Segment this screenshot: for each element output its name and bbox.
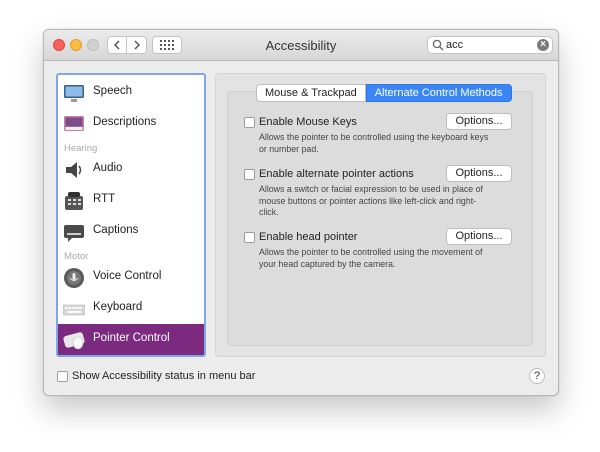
sidebar-item-audio[interactable]: Audio bbox=[58, 154, 204, 185]
title-bar: Accessibility acc × bbox=[44, 30, 558, 61]
sidebar-item-keyboard[interactable]: Keyboard bbox=[58, 293, 204, 324]
option-title: Enable Mouse Keys bbox=[259, 116, 357, 128]
search-icon bbox=[432, 39, 444, 51]
descriptions-icon bbox=[64, 116, 84, 131]
search-query[interactable]: acc bbox=[446, 39, 463, 51]
tab-bar: Mouse & Trackpad Alternate Control Metho… bbox=[256, 84, 512, 102]
keyboard-icon bbox=[63, 304, 85, 316]
sidebar-item-label: Speech bbox=[93, 85, 133, 97]
head-pointer-options-button[interactable]: Options... bbox=[446, 228, 512, 245]
content-panel: Mouse & Trackpad Alternate Control Metho… bbox=[215, 73, 546, 357]
show-status-label: Show Accessibility status in menu bar bbox=[72, 370, 256, 382]
voice-control-icon bbox=[64, 268, 84, 288]
tab-mouse-trackpad[interactable]: Mouse & Trackpad bbox=[256, 84, 366, 102]
alternate-pointer-options-button[interactable]: Options... bbox=[446, 165, 512, 182]
sidebar-item-label: Keyboard bbox=[93, 301, 143, 313]
option-title: Enable alternate pointer actions bbox=[259, 168, 414, 180]
option-title: Enable head pointer bbox=[259, 231, 358, 243]
sidebar-item-rtt[interactable]: RTT bbox=[58, 185, 204, 216]
preference-sidebar[interactable]: Speech Descriptions Hearing Audio RTT Ca… bbox=[56, 73, 206, 357]
speaker-icon bbox=[66, 162, 82, 178]
mouse-keys-checkbox[interactable] bbox=[244, 117, 255, 128]
sidebar-item-descriptions[interactable]: Descriptions bbox=[58, 108, 204, 139]
preferences-window: Accessibility acc × Speech Descriptions … bbox=[43, 29, 559, 396]
clear-search-icon[interactable]: × bbox=[537, 39, 549, 51]
sidebar-item-label: RTT bbox=[93, 193, 116, 205]
sidebar-item-voice-control[interactable]: Voice Control bbox=[58, 262, 204, 293]
tab-alternate-control-methods[interactable]: Alternate Control Methods bbox=[365, 84, 512, 102]
head-pointer-checkbox[interactable] bbox=[244, 232, 255, 243]
mouse-keys-options-button[interactable]: Options... bbox=[446, 113, 512, 130]
section-header-hearing: Hearing bbox=[64, 143, 98, 154]
sidebar-item-label: Voice Control bbox=[93, 270, 162, 282]
alternate-pointer-actions-checkbox[interactable] bbox=[244, 169, 255, 180]
option-description: Allows the pointer to be controlled usin… bbox=[259, 132, 489, 154]
telephone-icon bbox=[65, 192, 83, 210]
option-description: Allows the pointer to be controlled usin… bbox=[259, 247, 483, 269]
captions-icon bbox=[64, 225, 84, 242]
sidebar-item-label: Captions bbox=[93, 224, 139, 236]
sidebar-item-speech[interactable]: Speech bbox=[58, 77, 204, 108]
option-description: Allows a switch or facial expression to … bbox=[259, 184, 483, 217]
sidebar-item-label: Audio bbox=[93, 162, 123, 174]
section-header-motor: Motor bbox=[64, 251, 89, 262]
sidebar-item-label: Pointer Control bbox=[93, 332, 170, 344]
show-status-checkbox[interactable] bbox=[57, 371, 68, 382]
search-field[interactable]: acc × bbox=[427, 36, 553, 54]
pointer-icon bbox=[63, 332, 85, 350]
sidebar-item-label: Descriptions bbox=[93, 116, 157, 128]
sidebar-item-captions[interactable]: Captions bbox=[58, 216, 204, 247]
sidebar-item-pointer-control[interactable]: Pointer Control bbox=[58, 324, 204, 355]
speech-icon bbox=[64, 85, 84, 102]
help-button[interactable]: ? bbox=[529, 368, 545, 384]
